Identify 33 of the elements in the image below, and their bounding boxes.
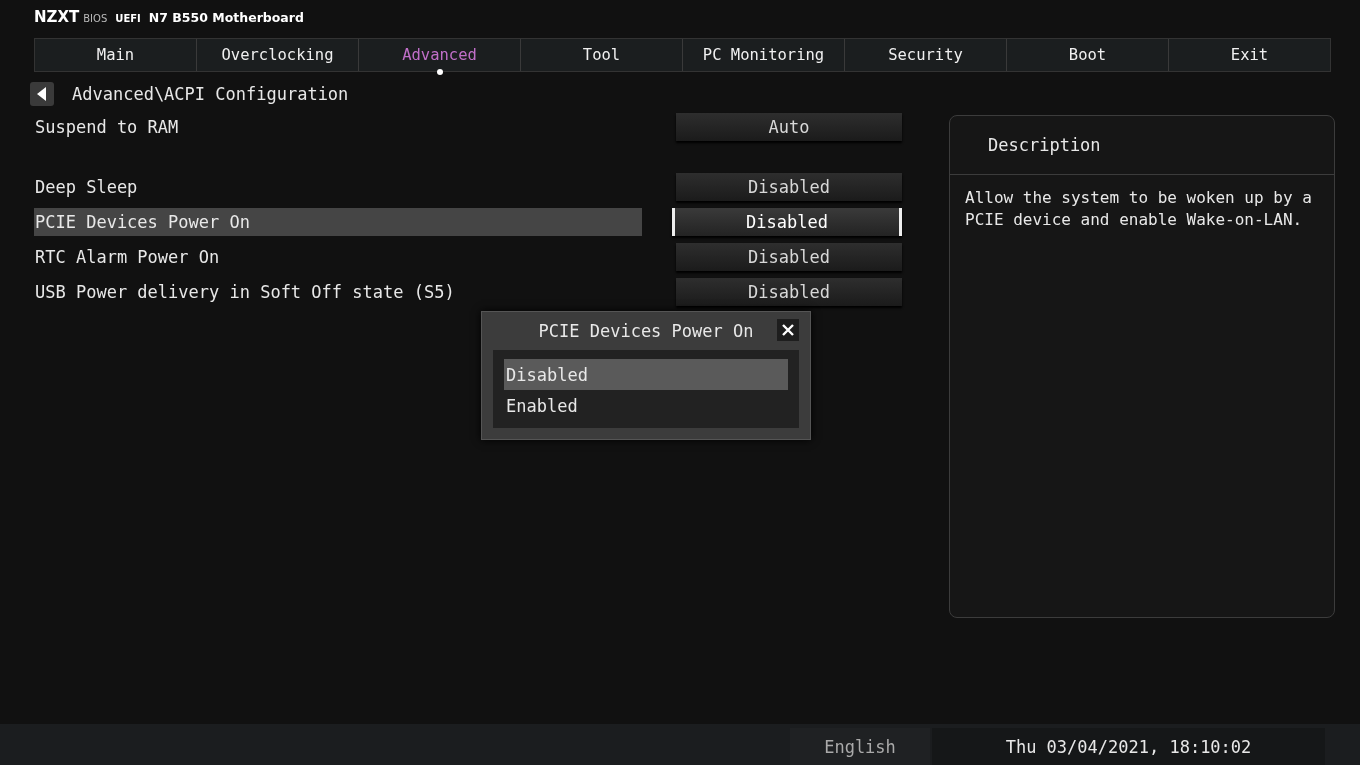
brand-logo-text: NZXT [34,8,80,26]
menu-tab[interactable]: Exit [1169,39,1330,71]
setting-value-button[interactable]: Disabled [672,208,902,236]
menu-tab[interactable]: Security [845,39,1007,71]
option-item[interactable]: Disabled [504,359,788,390]
menu-tab[interactable]: Tool [521,39,683,71]
option-item[interactable]: Enabled [504,390,788,421]
menu-tab[interactable]: Overclocking [197,39,359,71]
description-title: Description [950,116,1334,175]
setting-value-button[interactable]: Auto [676,113,902,141]
dialog-title: PCIE Devices Power On [538,321,754,341]
menu-tab[interactable]: Boot [1007,39,1169,71]
setting-value-button[interactable]: Disabled [676,278,902,306]
description-text: Allow the system to be woken up by a PCIE device and enable Wake-on-LAN. [964,187,1313,231]
language-selector[interactable]: English [790,728,930,765]
close-icon [782,324,794,336]
menu-tab[interactable]: PC Monitoring [683,39,845,71]
breadcrumb-path: Advanced\ACPI Configuration [72,84,349,104]
bios-label: BIOS [83,13,108,24]
setting-label[interactable]: Suspend to RAM [34,113,642,141]
setting-label[interactable]: Deep Sleep [34,173,642,201]
setting-label[interactable]: RTC Alarm Power On [34,243,642,271]
back-button[interactable] [30,82,54,106]
setting-label[interactable]: PCIE Devices Power On [34,208,642,236]
menu-tab[interactable]: Main [35,39,197,71]
close-button[interactable] [777,319,799,341]
setting-label[interactable]: USB Power delivery in Soft Off state (S5) [34,278,642,306]
date-time: Thu 03/04/2021, 18:10:02 [932,728,1325,765]
board-name: N7 B550 Motherboard [148,10,304,25]
setting-value-button[interactable]: Disabled [676,173,902,201]
back-arrow-icon [37,87,47,101]
setting-value-button[interactable]: Disabled [676,243,902,271]
firmware-label: UEFI [115,13,141,24]
